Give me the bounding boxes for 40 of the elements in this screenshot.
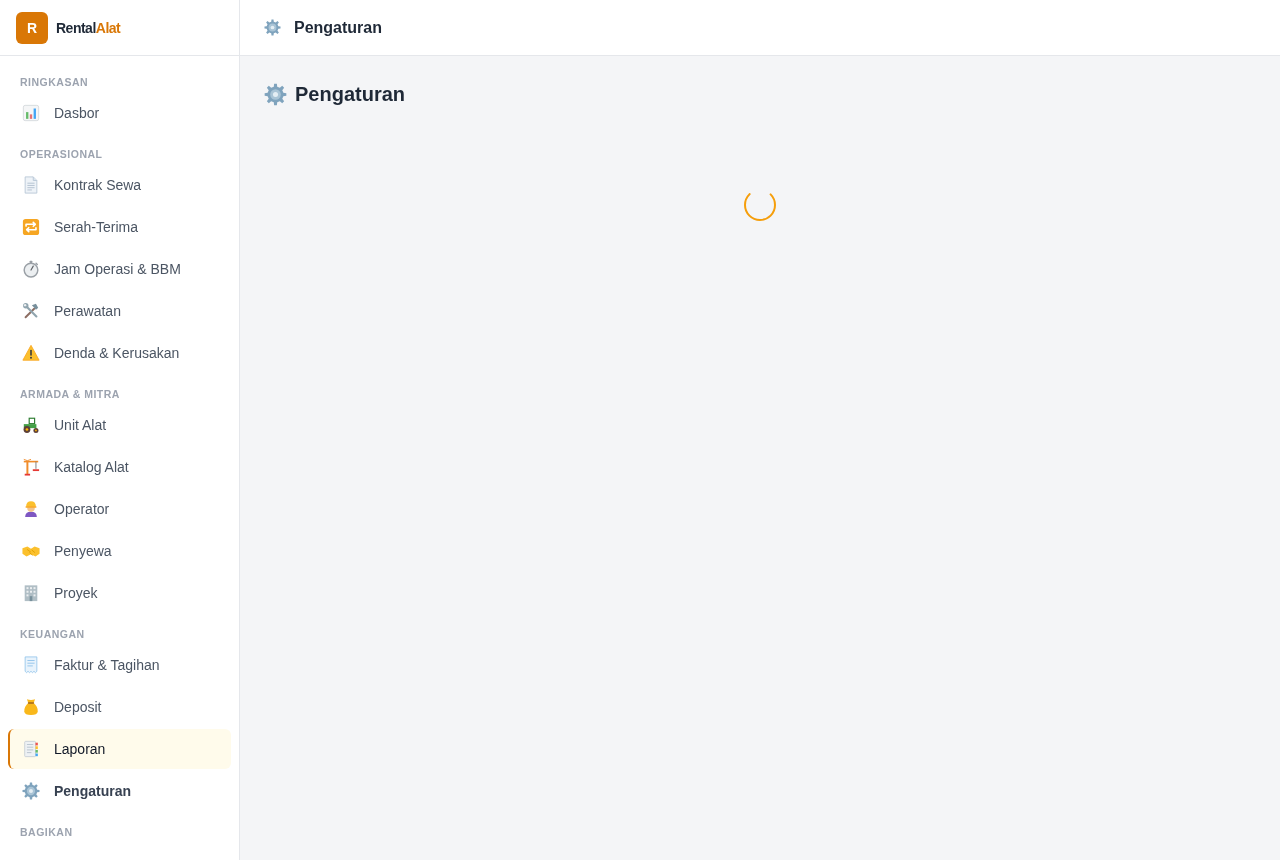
crane-icon [22,458,40,476]
receipt-icon [22,656,40,674]
nav-item[interactable]: Unit Alat [8,405,231,445]
gear-icon [264,19,281,36]
tractor-icon [22,416,40,434]
section-label: OPERASIONAL [19,147,103,162]
brand-name: RentalAlat [56,19,121,36]
brand-logo: R [16,11,48,44]
nav-item[interactable]: Proyek [8,573,231,613]
header-title: Pengaturan [294,18,382,37]
nav-item[interactable]: Operator [8,489,231,529]
document-icon [22,176,40,194]
nav-item[interactable]: Serah-Terima [8,207,231,247]
nav-item[interactable]: Deposit [8,687,231,727]
gear-icon [22,782,40,800]
nav-item[interactable]: Pengaturan [8,771,231,811]
section-label: ARMADA & MITRA [19,387,120,402]
chart-icon [22,104,40,122]
nav-item[interactable]: Faktur & Tagihan [8,645,231,685]
nav-item[interactable]: Dasbor [8,93,231,133]
nav-item[interactable]: Jam Operasi & BBM [8,249,231,289]
nav-item[interactable]: Kontrak Sewa [8,165,231,205]
tools-icon [22,302,40,320]
worker-icon [22,500,40,518]
nav-item[interactable]: Perawatan [8,291,231,331]
arrows-icon [22,218,40,236]
section-label: BAGIKAN [19,825,73,840]
money-bag-icon [22,698,40,716]
nav-item[interactable]: Katalog Alat [8,447,231,487]
nav-item[interactable]: Laporan [8,729,231,769]
page-title: Pengaturan [295,82,406,107]
nav-item[interactable]: Denda & Kerusakan [8,333,231,373]
section-label: RINGKASAN [19,75,89,90]
tabbed-page-icon [22,740,40,758]
section-label: KEUANGAN [19,627,85,642]
building-icon [22,584,40,602]
nav-item[interactable]: Penyewa [8,531,231,571]
warning-icon [22,344,40,362]
gear-icon [264,82,287,106]
stopwatch-icon [22,260,40,278]
